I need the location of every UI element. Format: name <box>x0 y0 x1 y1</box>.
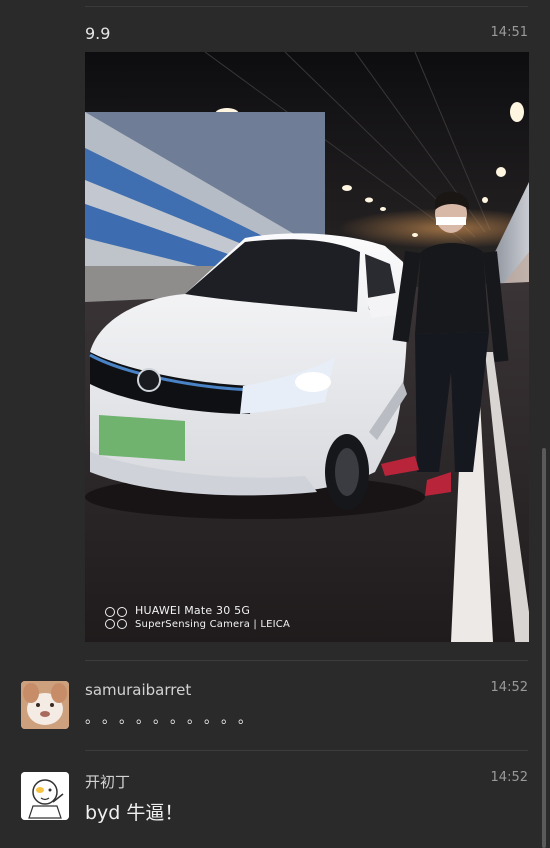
dog-avatar-icon[interactable] <box>21 681 69 729</box>
scrollbar[interactable] <box>542 448 546 848</box>
message-divider <box>85 750 528 751</box>
message-author[interactable]: 开初丁 <box>85 771 130 792</box>
message-time: 14:52 <box>490 770 528 785</box>
message-photo[interactable]: HUAWEI Mate 30 5G SuperSensing Camera | … <box>85 52 529 642</box>
watermark-line1: HUAWEI Mate 30 5G <box>135 604 251 617</box>
message-text: byd 牛逼！ <box>85 802 184 824</box>
camera-watermark: HUAWEI Mate 30 5G SuperSensing Camera | … <box>105 604 290 632</box>
leica-lens-icon <box>105 607 127 629</box>
tunnel-car-photo <box>85 52 529 642</box>
cartoon-avatar-icon[interactable] <box>21 772 69 820</box>
message-text: 9.9 <box>85 24 111 43</box>
message-text: 。。。。。。。。。。 <box>85 711 262 727</box>
face-blur-bar <box>436 217 466 225</box>
message-time: 14:51 <box>490 25 528 40</box>
message-time: 14:52 <box>490 680 528 695</box>
message-author[interactable]: samuraibarret <box>85 681 191 699</box>
top-divider <box>85 6 528 7</box>
watermark-line2: SuperSensing Camera | LEICA <box>135 619 291 630</box>
message-divider <box>85 660 528 661</box>
